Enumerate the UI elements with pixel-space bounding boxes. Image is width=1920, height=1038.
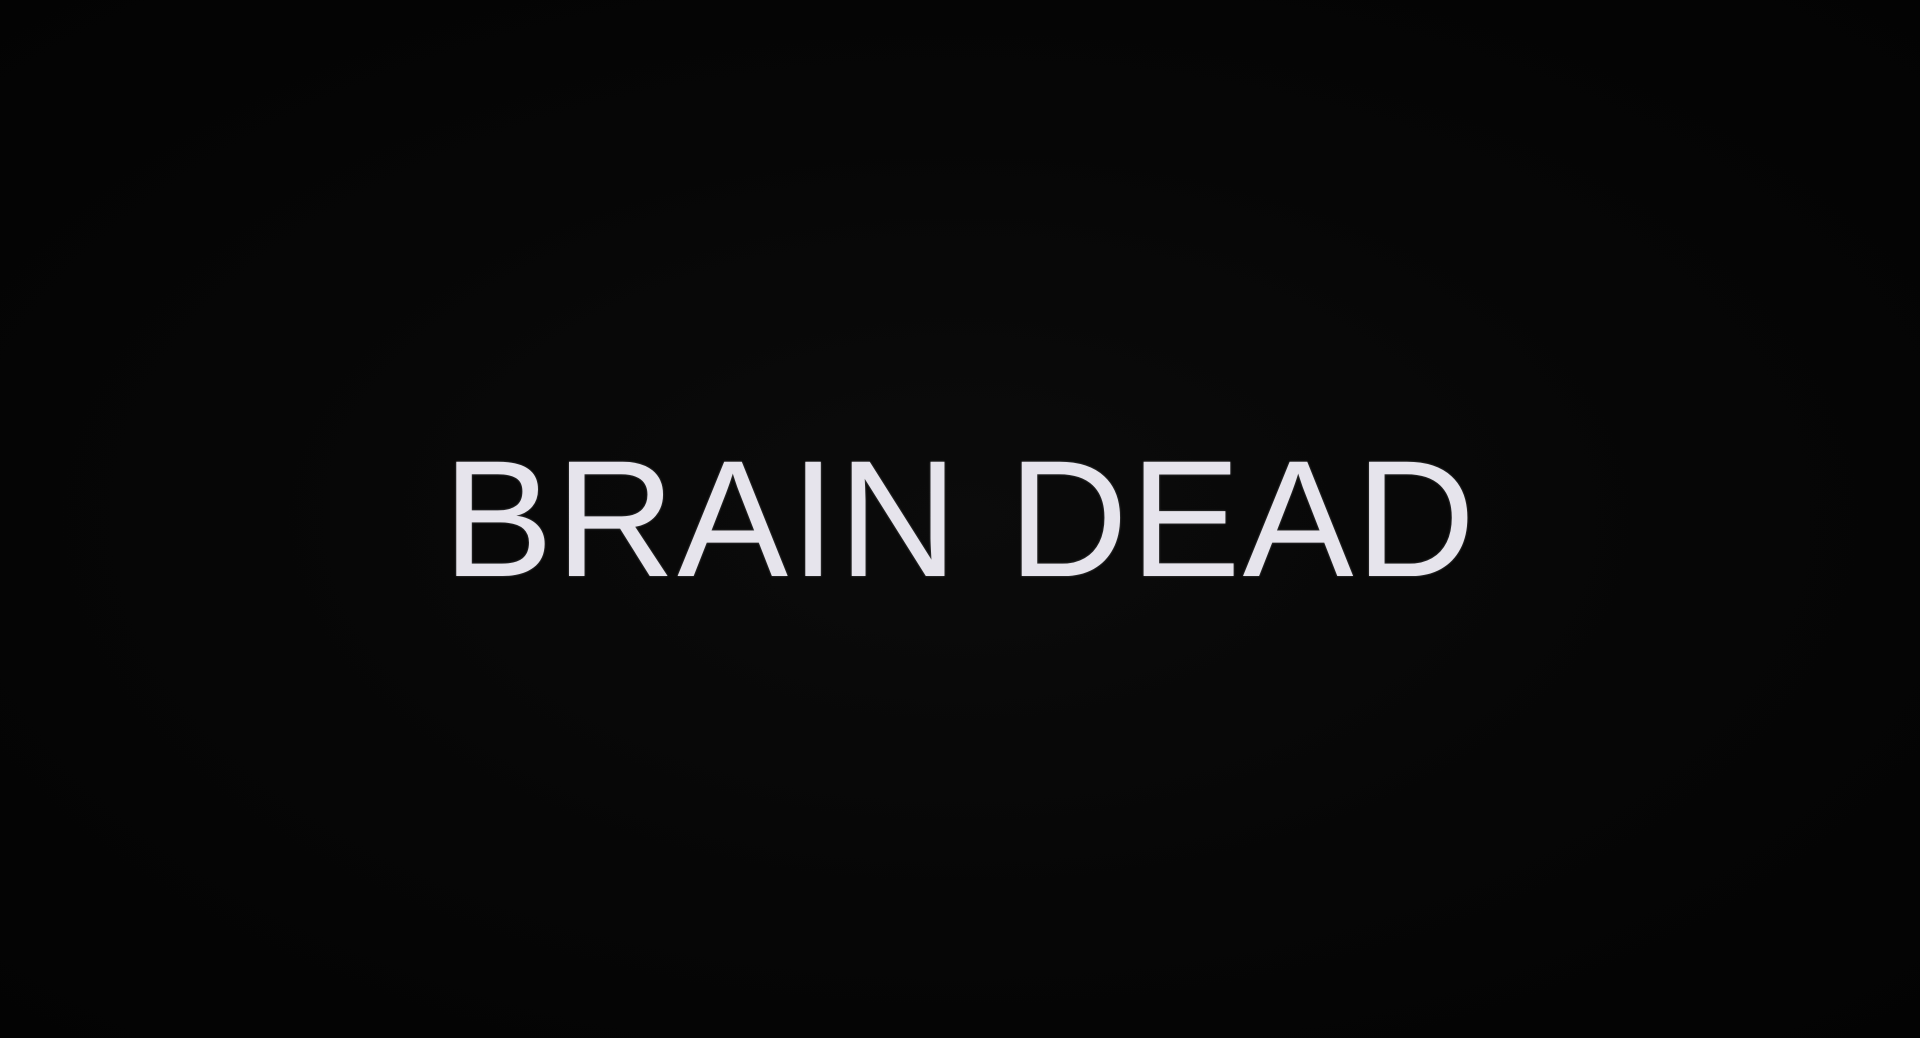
video-frame: BRAIN DEAD (0, 0, 1920, 1038)
title-card: BRAIN DEAD (0, 0, 1920, 1038)
title-text: BRAIN DEAD (442, 427, 1478, 612)
